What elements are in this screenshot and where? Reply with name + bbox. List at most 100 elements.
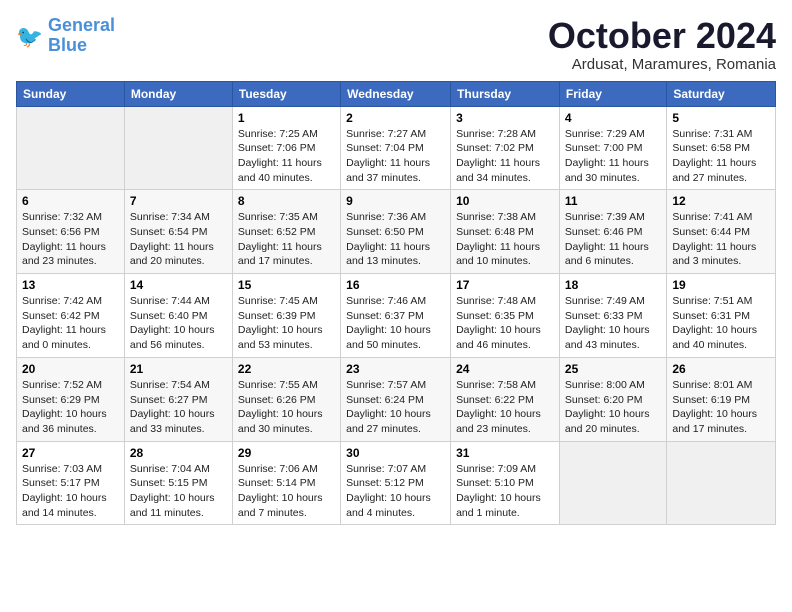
day-cell: 5Sunrise: 7:31 AMSunset: 6:58 PMDaylight… xyxy=(667,106,776,190)
day-info: Sunrise: 7:04 AMSunset: 5:15 PMDaylight:… xyxy=(130,462,227,521)
day-number: 21 xyxy=(130,362,227,376)
day-number: 30 xyxy=(346,446,445,460)
day-number: 14 xyxy=(130,278,227,292)
logo: 🐦 General Blue xyxy=(16,16,115,56)
day-cell: 29 Sunrise: 7:06 AMSunset: 5:14 PMDayligh… xyxy=(232,441,340,525)
day-info: Sunrise: 7:52 AMSunset: 6:29 PMDaylight:… xyxy=(22,378,119,437)
day-info: Sunrise: 7:42 AMSunset: 6:42 PMDaylight:… xyxy=(22,294,119,353)
day-info: Sunrise: 8:01 AMSunset: 6:19 PMDaylight:… xyxy=(672,378,770,437)
day-number: 4 xyxy=(565,111,661,125)
header-cell-sunday: Sunday xyxy=(17,81,125,106)
day-info: Sunrise: 7:25 AMSunset: 7:06 PMDaylight:… xyxy=(238,127,335,186)
day-info: Sunrise: 7:38 AMSunset: 6:48 PMDaylight:… xyxy=(456,210,554,269)
day-info: Sunrise: 7:29 AMSunset: 7:00 PMDaylight:… xyxy=(565,127,661,186)
day-info: Sunrise: 7:27 AMSunset: 7:04 PMDaylight:… xyxy=(346,127,445,186)
day-number: 29 xyxy=(238,446,335,460)
day-cell: 18Sunrise: 7:49 AMSunset: 6:33 PMDayligh… xyxy=(559,274,666,358)
day-number: 20 xyxy=(22,362,119,376)
day-cell: 28 Sunrise: 7:04 AMSunset: 5:15 PMDayligh… xyxy=(124,441,232,525)
day-info: Sunrise: 7:54 AMSunset: 6:27 PMDaylight:… xyxy=(130,378,227,437)
header-cell-tuesday: Tuesday xyxy=(232,81,340,106)
day-cell: 23 Sunrise: 7:57 AMSunset: 6:24 PMDayligh… xyxy=(341,357,451,441)
day-info: Sunrise: 7:45 AMSunset: 6:39 PMDaylight:… xyxy=(238,294,335,353)
week-row-1: 1 Sunrise: 7:25 AMSunset: 7:06 PMDaylight… xyxy=(17,106,776,190)
logo-line1: General xyxy=(48,15,115,35)
day-cell: 8Sunrise: 7:35 AMSunset: 6:52 PMDaylight… xyxy=(232,190,340,274)
day-info: Sunrise: 7:48 AMSunset: 6:35 PMDaylight:… xyxy=(456,294,554,353)
day-number: 22 xyxy=(238,362,335,376)
day-info: Sunrise: 7:36 AMSunset: 6:50 PMDaylight:… xyxy=(346,210,445,269)
day-info: Sunrise: 8:00 AMSunset: 6:20 PMDaylight:… xyxy=(565,378,661,437)
day-cell: 16Sunrise: 7:46 AMSunset: 6:37 PMDayligh… xyxy=(341,274,451,358)
day-number: 6 xyxy=(22,194,119,208)
header-cell-thursday: Thursday xyxy=(451,81,560,106)
day-number: 23 xyxy=(346,362,445,376)
day-info: Sunrise: 7:58 AMSunset: 6:22 PMDaylight:… xyxy=(456,378,554,437)
week-row-3: 13 Sunrise: 7:42 AMSunset: 6:42 PMDayligh… xyxy=(17,274,776,358)
day-info: Sunrise: 7:39 AMSunset: 6:46 PMDaylight:… xyxy=(565,210,661,269)
logo-icon: 🐦 xyxy=(16,22,44,50)
day-number: 18 xyxy=(565,278,661,292)
day-info: Sunrise: 7:44 AMSunset: 6:40 PMDaylight:… xyxy=(130,294,227,353)
day-cell: 17 Sunrise: 7:48 AMSunset: 6:35 PMDayligh… xyxy=(451,274,560,358)
day-cell: 24 Sunrise: 7:58 AMSunset: 6:22 PMDayligh… xyxy=(451,357,560,441)
day-cell: 7Sunrise: 7:34 AMSunset: 6:54 PMDaylight… xyxy=(124,190,232,274)
day-info: Sunrise: 7:46 AMSunset: 6:37 PMDaylight:… xyxy=(346,294,445,353)
day-info: Sunrise: 7:41 AMSunset: 6:44 PMDaylight:… xyxy=(672,210,770,269)
day-cell: 1 Sunrise: 7:25 AMSunset: 7:06 PMDaylight… xyxy=(232,106,340,190)
day-number: 12 xyxy=(672,194,770,208)
day-number: 25 xyxy=(565,362,661,376)
month-title: October 2024 xyxy=(548,16,776,56)
day-info: Sunrise: 7:31 AMSunset: 6:58 PMDaylight:… xyxy=(672,127,770,186)
day-number: 28 xyxy=(130,446,227,460)
day-info: Sunrise: 7:07 AMSunset: 5:12 PMDaylight:… xyxy=(346,462,445,521)
day-cell: 19 Sunrise: 7:51 AMSunset: 6:31 PMDayligh… xyxy=(667,274,776,358)
calendar-header: SundayMondayTuesdayWednesdayThursdayFrid… xyxy=(17,81,776,106)
day-info: Sunrise: 7:06 AMSunset: 5:14 PMDaylight:… xyxy=(238,462,335,521)
header-cell-friday: Friday xyxy=(559,81,666,106)
day-info: Sunrise: 7:35 AMSunset: 6:52 PMDaylight:… xyxy=(238,210,335,269)
day-info: Sunrise: 7:03 AMSunset: 5:17 PMDaylight:… xyxy=(22,462,119,521)
day-number: 19 xyxy=(672,278,770,292)
location-subtitle: Ardusat, Maramures, Romania xyxy=(548,56,776,73)
day-cell xyxy=(559,441,666,525)
day-number: 15 xyxy=(238,278,335,292)
day-number: 2 xyxy=(346,111,445,125)
day-number: 27 xyxy=(22,446,119,460)
day-number: 24 xyxy=(456,362,554,376)
day-number: 13 xyxy=(22,278,119,292)
day-cell: 26 Sunrise: 8:01 AMSunset: 6:19 PMDayligh… xyxy=(667,357,776,441)
day-cell: 30 Sunrise: 7:07 AMSunset: 5:12 PMDayligh… xyxy=(341,441,451,525)
week-row-5: 27 Sunrise: 7:03 AMSunset: 5:17 PMDayligh… xyxy=(17,441,776,525)
day-cell: 14 Sunrise: 7:44 AMSunset: 6:40 PMDayligh… xyxy=(124,274,232,358)
day-cell xyxy=(124,106,232,190)
day-info: Sunrise: 7:34 AMSunset: 6:54 PMDaylight:… xyxy=(130,210,227,269)
day-cell: 6Sunrise: 7:32 AMSunset: 6:56 PMDaylight… xyxy=(17,190,125,274)
svg-text:🐦: 🐦 xyxy=(16,24,43,49)
day-number: 3 xyxy=(456,111,554,125)
day-info: Sunrise: 7:55 AMSunset: 6:26 PMDaylight:… xyxy=(238,378,335,437)
day-info: Sunrise: 7:28 AMSunset: 7:02 PMDaylight:… xyxy=(456,127,554,186)
calendar-table: SundayMondayTuesdayWednesdayThursdayFrid… xyxy=(16,81,776,526)
day-number: 9 xyxy=(346,194,445,208)
title-section: October 2024 Ardusat, Maramures, Romania xyxy=(548,16,776,73)
day-info: Sunrise: 7:51 AMSunset: 6:31 PMDaylight:… xyxy=(672,294,770,353)
day-info: Sunrise: 7:09 AMSunset: 5:10 PMDaylight:… xyxy=(456,462,554,521)
day-cell: 27 Sunrise: 7:03 AMSunset: 5:17 PMDayligh… xyxy=(17,441,125,525)
day-cell: 22 Sunrise: 7:55 AMSunset: 6:26 PMDayligh… xyxy=(232,357,340,441)
day-cell: 31 Sunrise: 7:09 AMSunset: 5:10 PMDayligh… xyxy=(451,441,560,525)
day-cell: 12 Sunrise: 7:41 AMSunset: 6:44 PMDayligh… xyxy=(667,190,776,274)
day-cell: 2 Sunrise: 7:27 AMSunset: 7:04 PMDaylight… xyxy=(341,106,451,190)
day-number: 26 xyxy=(672,362,770,376)
week-row-2: 6Sunrise: 7:32 AMSunset: 6:56 PMDaylight… xyxy=(17,190,776,274)
day-info: Sunrise: 7:57 AMSunset: 6:24 PMDaylight:… xyxy=(346,378,445,437)
day-number: 17 xyxy=(456,278,554,292)
day-cell: 9 Sunrise: 7:36 AMSunset: 6:50 PMDaylight… xyxy=(341,190,451,274)
page-header: 🐦 General Blue October 2024 Ardusat, Mar… xyxy=(16,16,776,73)
day-number: 31 xyxy=(456,446,554,460)
header-row: SundayMondayTuesdayWednesdayThursdayFrid… xyxy=(17,81,776,106)
day-number: 10 xyxy=(456,194,554,208)
day-number: 1 xyxy=(238,111,335,125)
day-cell: 3 Sunrise: 7:28 AMSunset: 7:02 PMDaylight… xyxy=(451,106,560,190)
day-cell: 15 Sunrise: 7:45 AMSunset: 6:39 PMDayligh… xyxy=(232,274,340,358)
